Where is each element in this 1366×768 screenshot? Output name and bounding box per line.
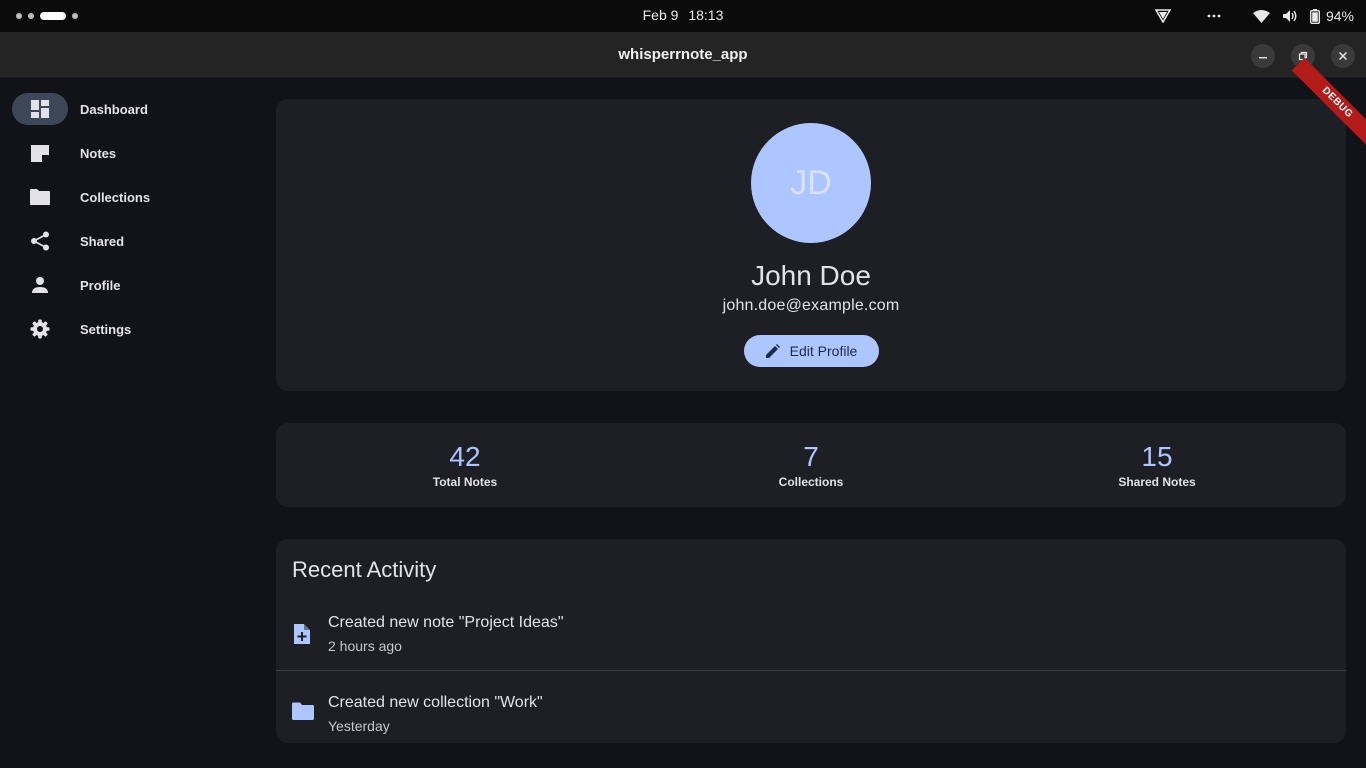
activity-time: Yesterday: [328, 718, 390, 734]
nav-item-settings[interactable]: Settings: [12, 309, 242, 349]
vpn-icon[interactable]: [1154, 9, 1171, 23]
nav-item-notes[interactable]: Notes: [12, 133, 242, 173]
stat-label: Shared Notes: [1118, 475, 1196, 489]
nav-item-collections[interactable]: Collections: [12, 177, 242, 217]
dashboard-icon: [31, 100, 49, 118]
navigation-rail: Dashboard Notes Collections Shared Profi…: [0, 78, 250, 768]
minimize-button[interactable]: [1251, 44, 1275, 68]
user-name: John Doe: [751, 260, 871, 291]
stat-label: Total Notes: [432, 475, 498, 489]
nav-item-shared[interactable]: Shared: [12, 221, 242, 261]
nav-label: Notes: [80, 145, 117, 161]
person-icon: [32, 277, 48, 293]
wifi-icon[interactable]: [1252, 9, 1270, 23]
nav-label: Settings: [80, 321, 132, 337]
folder-icon: [292, 701, 314, 726]
stat-label: Collections: [778, 475, 844, 489]
nav-label: Profile: [80, 277, 121, 293]
more-icon[interactable]: [1207, 14, 1221, 18]
section-title: Recent Activity: [292, 557, 437, 582]
minimize-icon: [1259, 57, 1267, 59]
stat-shared-notes: 15 Shared Notes: [1057, 441, 1257, 489]
edit-pencil-icon: [765, 344, 780, 358]
activity-text: Created new note "Project Ideas": [328, 614, 564, 631]
gear-icon: [30, 319, 50, 339]
window-title-bar[interactable]: whisperrnote_app: [0, 32, 1366, 78]
share-icon: [31, 231, 49, 251]
nav-label: Dashboard: [80, 101, 148, 117]
battery-percentage: 94%: [1325, 8, 1354, 24]
activity-item[interactable]: Created new note "Project Ideas" 2 hours…: [276, 601, 1346, 671]
activity-item[interactable]: Created new collection "Work" Yesterday: [276, 681, 1346, 751]
nav-icon-holder: [12, 313, 68, 345]
profile-card: JD John Doe john.doe@example.com Edit Pr…: [276, 99, 1346, 391]
divider: [276, 670, 1346, 671]
activity-time: 2 hours ago: [328, 638, 402, 654]
recent-activity-card: Recent Activity Created new note "Projec…: [276, 539, 1346, 743]
clock-date: Feb 9: [642, 7, 679, 23]
stat-value: 42: [449, 441, 481, 472]
note-icon: [31, 145, 49, 162]
nav-icon-holder: [12, 181, 68, 213]
stat-value: 7: [803, 441, 819, 472]
nav-icon-holder: [12, 225, 68, 257]
avatar[interactable]: JD: [751, 123, 871, 243]
stat-total-notes: 42 Total Notes: [365, 441, 565, 489]
note-add-icon: [292, 623, 312, 650]
folder-icon: [30, 189, 50, 205]
activity-text: Created new collection "Work": [328, 694, 543, 711]
nav-label: Collections: [80, 189, 151, 205]
stat-collections: 7 Collections: [711, 441, 911, 489]
clock-time: 18:13: [688, 7, 724, 23]
user-email: john.doe@example.com: [722, 297, 900, 314]
stats-card: 42 Total Notes 7 Collections 15 Shared N…: [276, 423, 1346, 507]
stat-value: 15: [1141, 441, 1173, 472]
volume-icon[interactable]: [1282, 9, 1298, 23]
nav-icon-holder: [12, 269, 68, 301]
nav-label: Shared: [80, 233, 125, 249]
nav-item-dashboard[interactable]: Dashboard: [12, 89, 242, 129]
nav-icon-holder: [12, 137, 68, 169]
close-icon: [1338, 51, 1348, 61]
battery-icon[interactable]: [1309, 8, 1320, 24]
nav-indicator: [12, 93, 68, 125]
edit-profile-button[interactable]: Edit Profile: [744, 335, 879, 367]
close-button[interactable]: [1331, 44, 1355, 68]
system-top-bar: Feb 9 18:13 94%: [0, 0, 1366, 32]
nav-item-profile[interactable]: Profile: [12, 265, 242, 305]
edit-profile-label: Edit Profile: [789, 343, 858, 359]
system-tray: 94%: [1154, 0, 1354, 32]
window-title: whisperrnote_app: [618, 46, 748, 63]
